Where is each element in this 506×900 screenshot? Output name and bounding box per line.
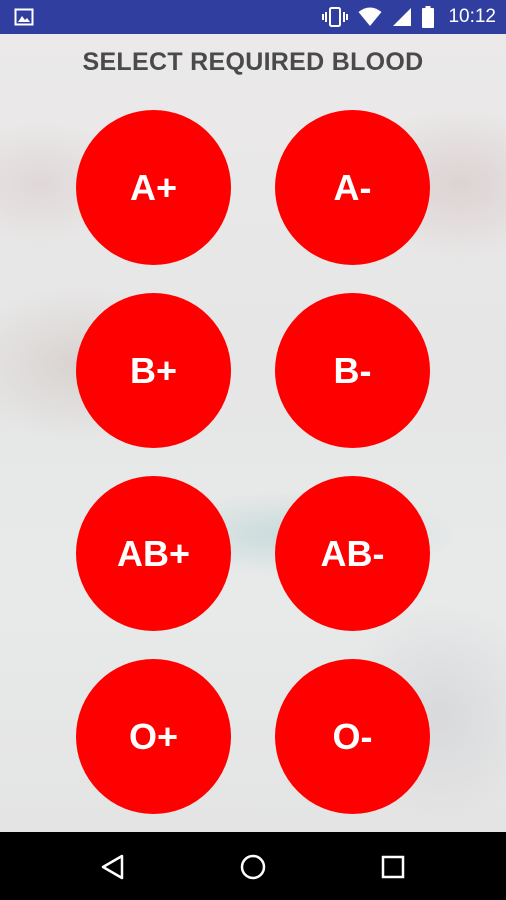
navigation-bar	[0, 832, 506, 900]
recent-apps-icon[interactable]	[372, 846, 414, 888]
cell-signal-icon	[392, 7, 412, 27]
blood-group-button-b-positive[interactable]: B+	[76, 293, 231, 448]
blood-selection-screen: SELECT REQUIRED BLOOD A+ A- B+ B- AB+ AB…	[0, 34, 506, 832]
status-bar: 10:12	[0, 0, 506, 34]
vibrate-icon	[322, 7, 349, 27]
home-icon[interactable]	[232, 846, 274, 888]
back-icon[interactable]	[92, 846, 134, 888]
blood-group-button-a-positive[interactable]: A+	[76, 110, 231, 265]
blood-group-button-o-negative[interactable]: O-	[275, 659, 430, 814]
blood-group-button-a-negative[interactable]: A-	[275, 110, 430, 265]
wifi-icon	[358, 7, 382, 27]
page-title: SELECT REQUIRED BLOOD	[82, 48, 424, 76]
status-time: 10:12	[448, 6, 496, 27]
image-icon	[14, 7, 34, 27]
blood-group-button-ab-negative[interactable]: AB-	[275, 476, 430, 631]
blood-group-button-o-positive[interactable]: O+	[76, 659, 231, 814]
battery-icon	[422, 6, 435, 28]
blood-group-button-ab-positive[interactable]: AB+	[76, 476, 231, 631]
blood-group-button-b-negative[interactable]: B-	[275, 293, 430, 448]
